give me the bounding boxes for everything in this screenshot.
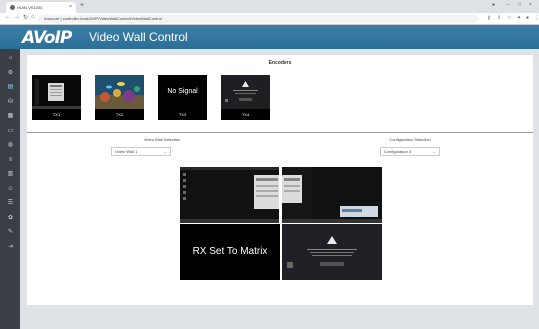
video-wall-selection-label: Video Wall Selection [143, 137, 181, 142]
forward-icon[interactable]: → [14, 14, 20, 20]
warning-preview-icon [221, 75, 270, 109]
encoder-label: TX3 [158, 109, 207, 120]
key-icon[interactable]: ⚷ [487, 15, 491, 21]
app-header: AVoIP Video Wall Control [0, 25, 539, 49]
share-icon[interactable]: ⇪ [497, 15, 501, 21]
encoder-tx1[interactable]: TX1 [32, 75, 81, 120]
profile-icon[interactable]: ● [492, 2, 495, 8]
chevron-down-icon: ⌄ [432, 149, 436, 154]
sidebar-matrix-icon[interactable]: ▦ [7, 113, 14, 120]
sidebar-tools-icon[interactable]: ✎ [7, 229, 14, 236]
sidebar: ⌂ ⚙ ▤ ⛁ ▦ ▭ ◍ ≡ ▥ ☺ ☰ ✿ ✎ ⇥ [0, 49, 20, 329]
no-signal-text: No Signal [167, 88, 198, 95]
sidebar-user-icon[interactable]: ☺ [7, 186, 14, 193]
configuration-selection-label: Configuration Selection [389, 137, 431, 142]
chevron-down-icon: ⌄ [163, 149, 167, 154]
encoder-tx2[interactable]: TX2 [95, 75, 144, 120]
page-title: Video Wall Control [89, 30, 188, 44]
footer-area [27, 310, 533, 329]
video-wall-grid: RX Set To Matrix [180, 167, 382, 280]
encoder-preview [95, 75, 144, 109]
section-divider [27, 132, 533, 133]
sidebar-globe-icon[interactable]: ◍ [7, 142, 14, 149]
encoder-label: TX2 [95, 109, 144, 120]
wall-cell-1[interactable] [180, 167, 280, 223]
desktop-screen-icon [180, 167, 279, 223]
wall-cell-2[interactable] [282, 167, 382, 223]
encoders-heading: Encoders [268, 60, 292, 66]
extensions-icon[interactable]: ✦ [517, 15, 521, 21]
encoder-preview [221, 75, 270, 109]
browser-tab-strip: HDIN-VS1000 × + ● – □ × [0, 0, 539, 13]
sidebar-database-icon[interactable]: ⛁ [7, 99, 14, 106]
account-icon[interactable]: ● [526, 15, 529, 21]
sidebar-logout-icon[interactable]: ⇥ [7, 244, 14, 251]
warning-screen-icon [282, 224, 382, 280]
tab-title: HDIN-VS1000 [17, 5, 43, 10]
menu-dots-icon[interactable]: ⋮ [534, 15, 539, 21]
new-tab-button[interactable]: + [80, 2, 84, 9]
sidebar-layers-icon[interactable]: ▥ [7, 171, 14, 178]
sidebar-menu-icon[interactable]: ☰ [7, 200, 14, 207]
browser-tab[interactable]: HDIN-VS1000 × [6, 2, 76, 13]
encoder-label: TX4 [221, 109, 270, 120]
encoder-preview: No Signal [158, 75, 207, 109]
sidebar-home-icon[interactable]: ⌂ [7, 55, 14, 62]
sidebar-list-icon[interactable]: ≡ [7, 157, 14, 164]
video-wall-select[interactable]: Video Wall 1 ⌄ [111, 147, 171, 156]
brand-logo: AVoIP [22, 28, 72, 48]
close-window-button[interactable]: × [529, 2, 532, 8]
video-wall-select-value: Video Wall 1 [115, 149, 138, 154]
home-icon[interactable]: ⌂ [31, 14, 35, 20]
aquarium-preview-icon [95, 75, 144, 109]
sidebar-gear-icon[interactable]: ✿ [7, 215, 14, 222]
encoder-tx3[interactable]: No Signal TX3 [158, 75, 207, 120]
wall-cell-4[interactable] [282, 224, 382, 280]
tab-favicon-icon [10, 5, 15, 10]
rx-set-to-matrix-text: RX Set To Matrix [192, 246, 268, 257]
video-wall-panel: Encoders TX1 TX2 No Signal TX3 TX4 Video… [27, 55, 533, 305]
sidebar-settings-icon[interactable]: ⚙ [7, 70, 14, 77]
maximize-button[interactable]: □ [518, 2, 521, 8]
configuration-select[interactable]: Configuration 3 ⌄ [380, 147, 440, 156]
main-content: Encoders TX1 TX2 No Signal TX3 TX4 Video… [20, 49, 539, 329]
encoder-preview [32, 75, 81, 109]
sidebar-monitor-icon[interactable]: ▭ [7, 128, 14, 135]
encoder-label: TX1 [32, 109, 81, 120]
wall-cell-3[interactable]: RX Set To Matrix [180, 224, 280, 280]
back-icon[interactable]: ← [5, 14, 11, 20]
tab-close-icon[interactable]: × [69, 2, 72, 13]
desktop-screen-icon [282, 167, 382, 223]
star-icon[interactable]: ☆ [507, 15, 511, 21]
desktop-preview-icon [32, 75, 81, 109]
encoder-tx4[interactable]: TX4 [221, 75, 270, 120]
reload-icon[interactable]: ↻ [23, 14, 28, 21]
address-bar-row: ← → ↻ ⌂ Insecure | controller.local/AVIP… [0, 13, 539, 25]
minimize-button[interactable]: – [507, 2, 510, 8]
url-field[interactable]: Insecure | controller.local/AVIP/VideoWa… [38, 15, 478, 23]
sidebar-video-wall-icon[interactable]: ▤ [7, 84, 14, 91]
configuration-select-value: Configuration 3 [384, 149, 412, 154]
